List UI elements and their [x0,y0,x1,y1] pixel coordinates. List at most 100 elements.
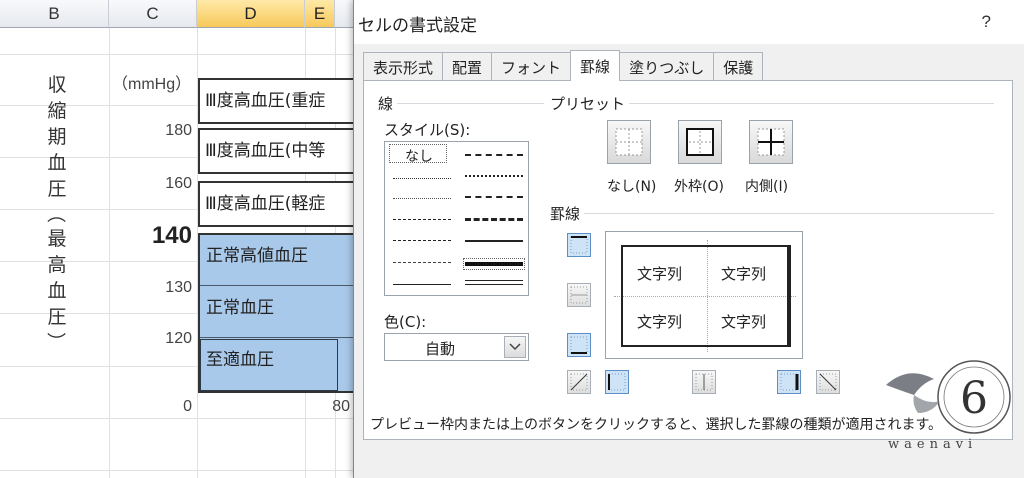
tab-fill[interactable]: 塗りつぶし [619,52,715,81]
preset-inside-button[interactable] [749,120,793,164]
preset-outline-button[interactable] [678,120,722,164]
vertical-label-char: 収 [47,74,67,96]
style-option[interactable] [465,154,523,156]
preset-inside-icon [757,128,785,156]
category-box[interactable]: Ⅲ度高血圧(軽症 [198,181,360,227]
dialog-title: セルの書式設定 [358,16,477,36]
border-left-button[interactable] [605,370,629,394]
color-value: 自動 [425,340,456,358]
border-diagonal-up-button[interactable] [567,370,591,394]
grid-line [0,418,360,419]
help-button[interactable]: ? [982,12,991,32]
diagonal-down-icon [819,373,837,391]
y-label-180: 180 [165,122,192,139]
preset-none-label: なし(N) [607,179,657,195]
vertical-label-char: （ [44,203,67,223]
y-label-120: 120 [165,330,192,347]
waenavi-logo-icon: 6 [886,360,1011,434]
border-preview[interactable]: 文字列 文字列 文字列 文字列 [605,231,803,359]
column-header-b[interactable]: B [0,0,109,28]
style-option[interactable] [393,198,451,199]
style-option[interactable] [465,240,523,242]
category-label: 正常高値血圧 [206,246,308,266]
vertical-label-char: 圧 [47,306,67,328]
column-header-d[interactable]: D [197,0,305,28]
preset-none-button[interactable] [607,120,651,164]
column-header-c[interactable]: C [109,0,197,28]
unit-label: （mmHg） [112,76,192,93]
border-bottom-icon [570,336,588,354]
vertical-label-char: 最 [47,228,67,250]
style-option[interactable] [393,219,451,220]
border-group-label: 罫線 [550,203,585,224]
style-option[interactable] [465,280,523,285]
tab-border[interactable]: 罫線 [570,50,621,81]
border-middle-horizontal-icon [570,286,588,304]
grid-line [0,54,360,55]
category-box[interactable]: Ⅲ度高血圧(重症 [198,78,360,124]
column-header-e[interactable]: E [305,0,335,28]
spreadsheet: B C D E 収 縮 期 血 圧 （ 最 高 血 圧 ） （mmHg） 180… [0,0,360,478]
line-group-label: 線 [378,93,398,114]
tab-protection[interactable]: 保護 [713,52,764,81]
tab-bar: 表示形式 配置 フォント 罫線 塗りつぶし 保護 [363,50,764,81]
grid-line [0,470,360,471]
style-option[interactable] [465,218,523,221]
preset-group-label: プリセット [550,93,630,114]
style-option[interactable] [393,262,451,263]
group-line [384,103,544,104]
chevron-down-icon[interactable] [504,336,526,358]
tab-font[interactable]: フォント [491,52,572,81]
y-label-130: 130 [165,279,192,296]
vertical-label-char: 高 [47,254,67,276]
preset-none-icon [615,128,643,156]
border-top-button[interactable] [567,233,591,257]
style-label: スタイル(S): [384,119,475,140]
category-label: 正常血圧 [206,298,274,318]
preset-inside-label: 内側(I) [745,179,789,195]
x-label-80: 80 [332,398,350,415]
border-right-button[interactable] [777,370,801,394]
category-label: 至適血圧 [206,350,274,370]
vertical-label-char: 縮 [47,100,67,122]
diagonal-up-icon [570,373,588,391]
line-style-list[interactable]: なし [384,141,529,296]
y-label-160: 160 [165,175,192,192]
tab-alignment[interactable]: 配置 [442,52,493,81]
border-bottom-button[interactable] [567,333,591,357]
tab-number[interactable]: 表示形式 [363,52,444,81]
border-middle-horizontal-button[interactable] [567,283,591,307]
watermark-text: waenavi [888,437,978,452]
style-option[interactable] [465,196,523,198]
grid-line [109,28,110,478]
style-option[interactable] [465,262,523,266]
vertical-label-char: ） [44,331,67,351]
border-top-icon [570,236,588,254]
vertical-label-char: 血 [47,280,67,302]
style-none-option[interactable]: なし [405,146,433,166]
vertical-label-char: 期 [47,126,67,148]
style-option[interactable] [393,284,451,285]
color-dropdown[interactable]: 自動 [384,333,529,361]
group-line [554,213,994,214]
border-left-icon [608,373,626,391]
screen: B C D E 収 縮 期 血 圧 （ 最 高 血 圧 ） （mmHg） 180… [0,0,1024,478]
category-box[interactable]: Ⅲ度高血圧(中等 [198,128,360,174]
cell-border [200,285,358,286]
preview-text: 文字列 [637,313,683,331]
preview-text: 文字列 [721,265,767,283]
preview-text: 文字列 [637,265,683,283]
border-diagonal-down-button[interactable] [816,370,840,394]
cell-border [200,337,358,338]
y-label-140: 140 [151,222,192,249]
style-option[interactable] [465,175,523,177]
preset-outline-label: 外枠(O) [674,179,724,195]
border-middle-vertical-button[interactable] [692,370,716,394]
dialog-title-bar[interactable]: セルの書式設定 ? [354,0,1024,44]
color-label: 色(C): [384,311,431,332]
selected-range[interactable]: 正常高値血圧 正常血圧 至適血圧 [198,233,360,393]
style-option[interactable] [393,178,451,179]
svg-text:6: 6 [960,373,988,424]
border-middle-vertical-icon [695,373,713,391]
style-option[interactable] [393,240,451,241]
